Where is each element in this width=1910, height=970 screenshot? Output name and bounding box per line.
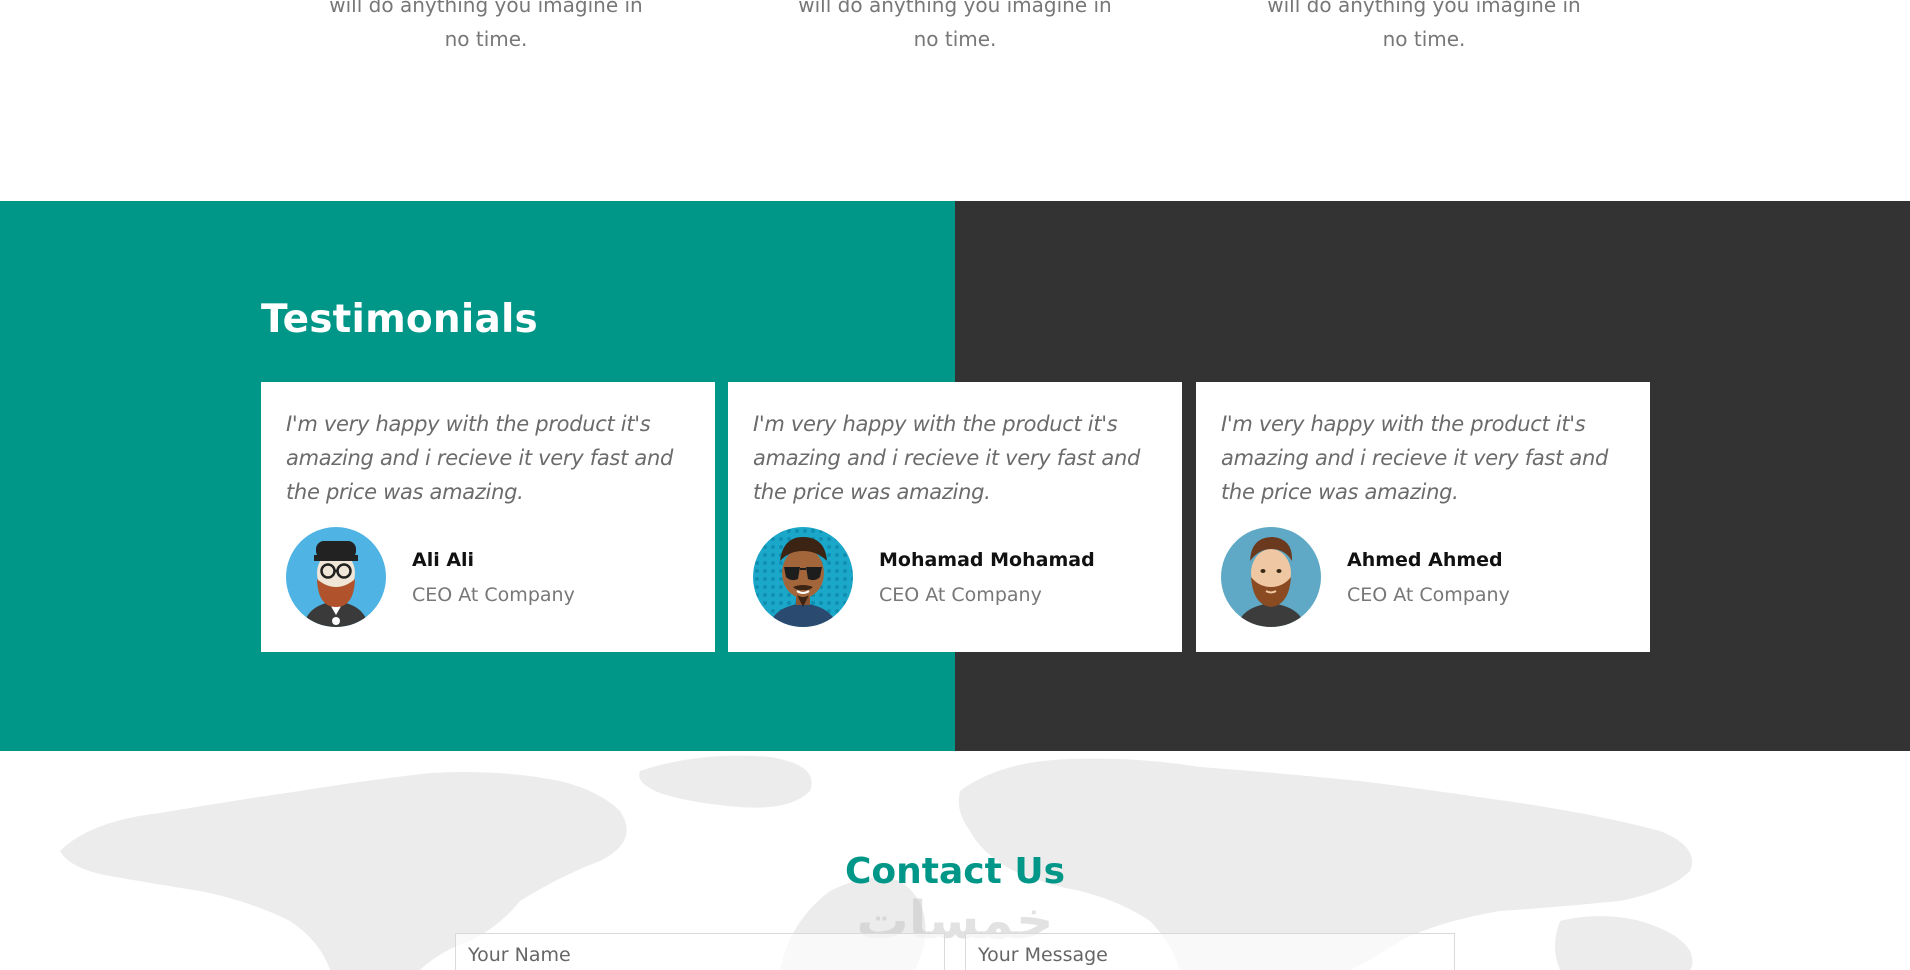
feature-text: will do anything you imagine in no time.	[1267, 0, 1581, 51]
feature-text: will do anything you imagine in no time.	[329, 0, 643, 51]
testimonial-card: I'm very happy with the product it's ama…	[1196, 382, 1650, 652]
person-name: Ahmed Ahmed	[1347, 548, 1503, 571]
testimonial-quote: I'm very happy with the product it's ama…	[1221, 412, 1608, 504]
testimonial-card: I'm very happy with the product it's ama…	[261, 382, 715, 652]
avatar-beard-glasses-icon	[286, 527, 386, 627]
person-role: CEO At Company	[412, 583, 575, 606]
features-section: will do anything you imagine in no time.…	[0, 0, 1910, 201]
testimonials-section: Testimonials I'm very happy with the pro…	[0, 201, 1910, 751]
contact-section: Contact Us خمسات Your Name Your Message	[0, 751, 1910, 970]
person-name: Mohamad Mohamad	[879, 548, 1095, 571]
testimonial-quote: I'm very happy with the product it's ama…	[753, 412, 1140, 504]
message-input[interactable]: Your Message	[965, 933, 1455, 970]
testimonial-quote: I'm very happy with the product it's ama…	[286, 412, 673, 504]
testimonial-person: Ahmed Ahmed CEO At Company	[1221, 527, 1510, 627]
feature-text: will do anything you imagine in no time.	[798, 0, 1112, 51]
testimonial-person: Mohamad Mohamad CEO At Company	[753, 527, 1095, 627]
section-title: Testimonials	[261, 297, 538, 342]
person-name: Ali Ali	[412, 548, 475, 571]
avatar-sunglasses-icon	[753, 527, 853, 627]
testimonial-person: Ali Ali CEO At Company	[286, 527, 575, 627]
person-role: CEO At Company	[1347, 583, 1510, 606]
testimonial-card: I'm very happy with the product it's ama…	[728, 382, 1182, 652]
contact-title: Contact Us	[844, 851, 1066, 892]
name-input[interactable]: Your Name	[455, 933, 945, 970]
avatar-beard-icon	[1221, 527, 1321, 627]
person-role: CEO At Company	[879, 583, 1042, 606]
